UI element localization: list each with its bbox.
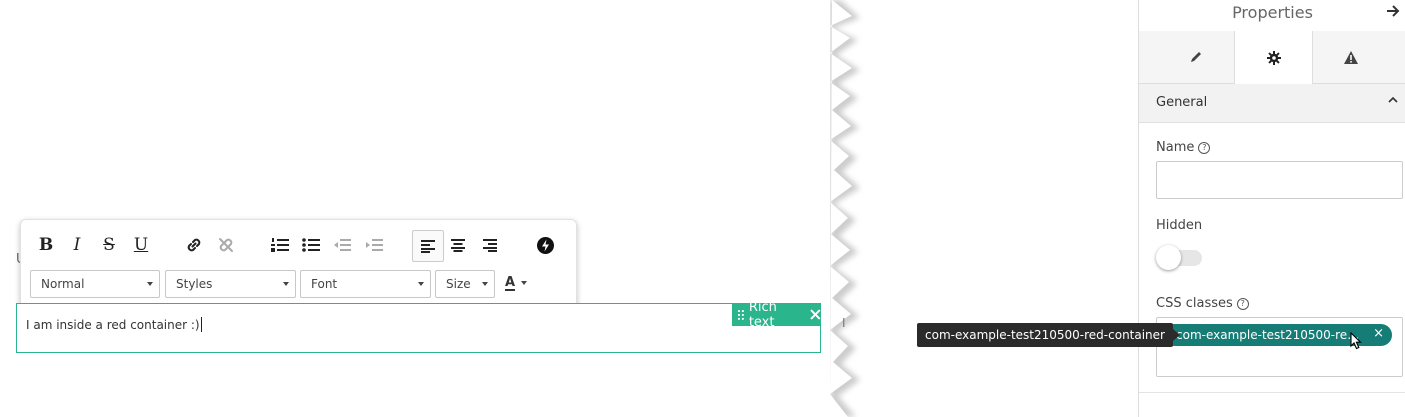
format-dropdown[interactable]: Normal (30, 270, 160, 298)
styles-dropdown[interactable]: Styles (165, 270, 296, 298)
align-center-button[interactable] (445, 232, 471, 258)
editor-content: I am inside a red container :) (26, 317, 202, 332)
bold-button[interactable]: B (33, 232, 59, 258)
italic-button[interactable]: I (64, 232, 90, 258)
chevron-down-icon (418, 282, 424, 286)
hidden-toggle[interactable] (1156, 245, 1202, 271)
section-title: General (1156, 95, 1208, 110)
help-icon[interactable]: ? (1198, 142, 1211, 154)
chevron-down-icon (521, 281, 527, 285)
bullet-list-icon (302, 238, 320, 252)
css-classes-input[interactable]: com-example-test210500-red-container × (1156, 317, 1403, 377)
chevron-down-icon (482, 282, 488, 286)
align-center-icon (451, 238, 465, 252)
general-section-header[interactable]: General (1139, 84, 1405, 123)
drag-handle-icon (737, 309, 744, 320)
editor-text: I am inside a red container :) (26, 318, 200, 332)
mouse-cursor-icon (1350, 332, 1362, 350)
panel-title: Properties (1232, 3, 1313, 22)
outdent-button[interactable] (329, 232, 355, 258)
numbered-list-button[interactable] (267, 232, 293, 258)
hidden-label: Hidden (1156, 218, 1203, 233)
chevron-up-icon (1388, 93, 1398, 107)
rich-text-editor[interactable]: I am inside a red container :) (16, 303, 821, 353)
numbered-list-icon (271, 238, 289, 252)
indent-button[interactable] (361, 232, 387, 258)
tab-settings[interactable] (1234, 31, 1313, 84)
align-right-button[interactable] (477, 232, 503, 258)
unlink-button[interactable] (213, 232, 239, 258)
help-icon[interactable]: ? (1236, 298, 1249, 310)
bullet-list-button[interactable] (298, 232, 324, 258)
tab-validation[interactable] (1312, 31, 1389, 83)
warning-icon (1343, 50, 1358, 64)
link-icon (187, 238, 201, 252)
gear-icon (1266, 50, 1281, 65)
rich-text-tag[interactable]: Rich text (732, 300, 821, 330)
chevron-down-icon (283, 282, 289, 286)
align-left-button[interactable] (412, 230, 444, 262)
torn-edge-divider (830, 0, 860, 417)
toggle-knob (1156, 245, 1181, 270)
size-value: Size (446, 277, 471, 291)
text-color-button[interactable]: A (499, 270, 539, 298)
css-class-chip-label: com-example-test210500-red-container (1176, 328, 1364, 342)
arrow-right-icon[interactable] (1386, 3, 1400, 22)
format-value: Normal (41, 277, 85, 291)
css-classes-label-row: CSS classes? (1156, 296, 1249, 311)
name-input[interactable] (1156, 161, 1403, 199)
size-dropdown[interactable]: Size (435, 270, 495, 298)
font-value: Font (311, 277, 338, 291)
align-right-icon (483, 238, 497, 252)
css-class-tooltip: com-example-test210500-red-container (917, 323, 1180, 347)
close-icon[interactable] (810, 309, 821, 320)
underline-button[interactable]: U (128, 232, 154, 258)
indent-icon (366, 239, 383, 251)
remove-chip-icon[interactable]: × (1373, 326, 1384, 341)
align-left-icon (421, 239, 435, 253)
name-label: Name (1156, 140, 1195, 155)
css-classes-label: CSS classes (1156, 296, 1233, 311)
link-button[interactable] (181, 232, 207, 258)
strikethrough-button[interactable]: S (96, 232, 122, 258)
unlink-icon (219, 238, 233, 252)
dynamic-content-button[interactable] (532, 232, 558, 258)
lightning-icon (536, 236, 554, 254)
tab-style[interactable] (1157, 31, 1234, 83)
text-color-icon: A (505, 275, 516, 291)
text-caret (200, 317, 202, 332)
divider (1139, 392, 1405, 393)
font-dropdown[interactable]: Font (300, 270, 431, 298)
name-label-row: Name? (1156, 140, 1211, 155)
pencil-icon (1190, 52, 1201, 62)
properties-panel: Properties General Name? Hidden CSS clas… (1138, 0, 1405, 417)
chevron-down-icon (147, 282, 153, 286)
outdent-icon (334, 239, 351, 251)
property-tabs (1139, 31, 1405, 84)
styles-value: Styles (176, 277, 213, 291)
rich-text-label: Rich text (748, 299, 777, 330)
rich-text-toolbar: B I S U Normal Styles Font Size A (20, 219, 577, 309)
stray-glyph: I (842, 316, 846, 330)
